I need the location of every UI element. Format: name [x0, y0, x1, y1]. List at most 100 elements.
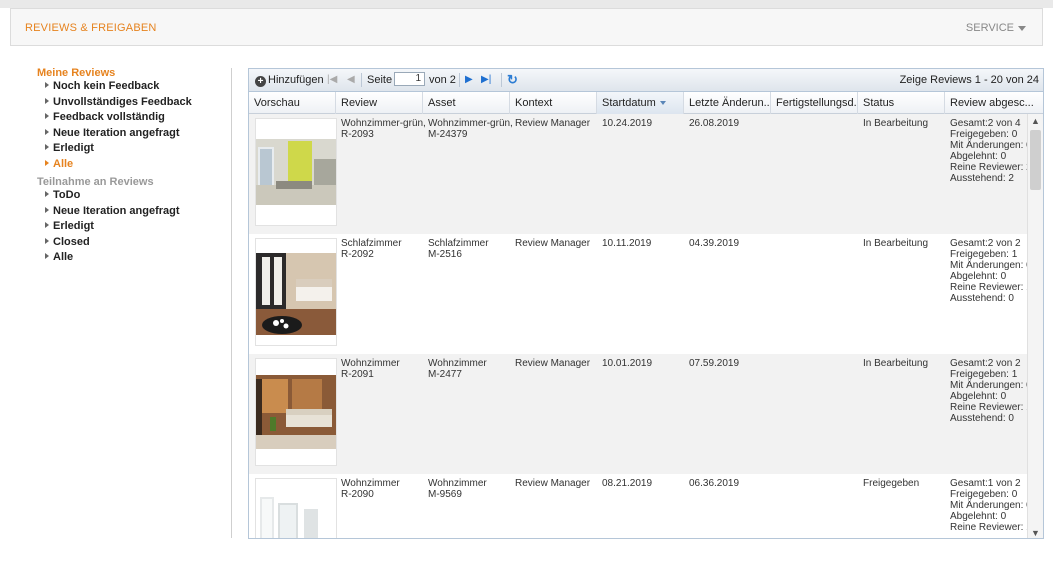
reviews-grid: + Hinzufügen |◀ ◀ Seite 1 von 2 ▶ ▶| ↻ Ze… [248, 68, 1044, 539]
grid-scrollbar[interactable]: ▲ ▼ [1027, 114, 1043, 538]
sidebar-participation-item[interactable]: Neue Iteration angefragt [37, 204, 227, 220]
review-name-cell-line: Wohnzimmer [341, 478, 400, 489]
column-header-row: Vorschau Review Asset Kontext Startdatum… [249, 92, 1043, 114]
scroll-down-icon[interactable]: ▼ [1028, 526, 1043, 538]
sidebar-my-reviews-item-label: Alle [53, 157, 74, 170]
status-cell: In Bearbeitung [863, 358, 929, 369]
service-label: SERVICE [965, 22, 1014, 34]
sidebar-my-reviews-item[interactable]: Feedback vollständig [37, 110, 227, 126]
review-summary-cell-line: Reine Reviewer: 2 [950, 162, 1027, 173]
asset-name-cell: Wohnzimmer M-2477 [428, 358, 487, 380]
service-menu[interactable]: SERVICE [966, 22, 1026, 34]
review-name-cell-line: Schlafzimmer [341, 238, 402, 249]
triangle-right-icon [45, 191, 49, 197]
column-header-review[interactable]: Review [336, 92, 423, 114]
sidebar-participation-item-label: Closed [53, 235, 90, 248]
column-header-asset[interactable]: Asset [423, 92, 510, 114]
table-row[interactable]: Wohnzimmer R-2091 Wohnzimmer M-2477 Review M… [249, 354, 1027, 474]
review-summary-cell-line: Gesamt:2 von 2 [950, 238, 1021, 249]
sidebar-my-reviews-item[interactable]: Erledigt [37, 141, 227, 157]
prev-page-icon[interactable]: ◀ [347, 74, 355, 85]
column-header-review-summary[interactable]: Review abgesc... [945, 92, 1043, 114]
triangle-right-icon [45, 159, 49, 166]
review-name-cell-line: R-2093 [341, 129, 374, 140]
review-summary-cell-line: Mit Änderungen: 0 [950, 260, 1027, 271]
page-number-input[interactable]: 1 [394, 72, 425, 86]
asset-name-cell-line: M-2477 [428, 369, 462, 380]
review-summary-cell-line: Reine Reviewer: 1 [950, 522, 1027, 533]
sidebar-my-reviews-item-label: Unvollständiges Feedback [53, 95, 192, 108]
table-row[interactable]: Wohnzimmer-grün, R-2093 Wohnzimmer-grün, M-… [249, 114, 1027, 234]
sidebar-my-reviews-item-label: Neue Iteration angefragt [53, 126, 180, 139]
review-summary-cell-line: Freigegeben: 1 [950, 369, 1018, 380]
triangle-right-icon [45, 237, 49, 244]
column-header-status[interactable]: Status [858, 92, 945, 114]
preview-thumbnail[interactable] [255, 478, 337, 538]
table-row[interactable]: Schlafzimmer R-2092 Schlafzimmer M-2516 Revi… [249, 234, 1027, 354]
asset-name-cell-line: M-2516 [428, 249, 462, 260]
sidebar-participation-item[interactable]: ToDo [37, 188, 227, 204]
review-name-cell-line: Wohnzimmer-grün, [341, 118, 426, 129]
sidebar-my-reviews-item-label: Erledigt [53, 142, 94, 154]
asset-name-cell-line: M-9569 [428, 489, 462, 500]
sidebar-my-reviews-item-label: Feedback vollständig [53, 111, 165, 123]
start-date-cell: 10.24.2019 [602, 118, 653, 129]
chevron-down-icon [1018, 25, 1026, 31]
review-summary-cell-line: Gesamt:2 von 2 [950, 358, 1021, 369]
column-header-start-date-label: Startdatum [602, 97, 656, 109]
sidebar-participation-item[interactable]: Erledigt [37, 219, 227, 235]
sidebar-participation-item-label: Erledigt [53, 220, 94, 232]
add-button[interactable]: + Hinzufügen [255, 74, 324, 87]
context-cell: Review Manager [515, 118, 591, 129]
context-cell: Review Manager [515, 478, 591, 489]
preview-thumbnail[interactable] [255, 358, 337, 466]
last-page-icon[interactable]: ▶| [481, 74, 491, 85]
asset-name-cell: Wohnzimmer M-9569 [428, 478, 487, 500]
status-cell: Freigegeben [863, 478, 920, 489]
plus-circle-icon: + [255, 76, 266, 87]
asset-name-cell-line: Schlafzimmer [428, 238, 489, 249]
scroll-up-icon[interactable]: ▲ [1028, 114, 1043, 128]
asset-name-cell-line: Wohnzimmer [428, 478, 487, 489]
scroll-thumb[interactable] [1030, 130, 1041, 190]
preview-thumbnail[interactable] [255, 238, 337, 346]
review-summary-cell-line: Freigegeben: 0 [950, 489, 1018, 500]
review-summary-cell-line: Reine Reviewer: 1 [950, 402, 1027, 413]
column-header-preview[interactable]: Vorschau [249, 92, 336, 114]
refresh-icon[interactable]: ↻ [507, 72, 518, 88]
column-header-last-change[interactable]: Letzte Änderun... [684, 92, 771, 114]
review-summary-cell-line: Abgelehnt: 0 [950, 151, 1007, 162]
asset-name-cell-line: M-24379 [428, 129, 468, 140]
sidebar-my-reviews-item[interactable]: Alle [37, 157, 227, 173]
review-summary-cell-line: Gesamt:1 von 2 [950, 478, 1021, 489]
page-label: Seite [367, 74, 393, 86]
column-header-start-date[interactable]: Startdatum [597, 92, 684, 114]
paging-summary: Zeige Reviews 1 - 20 von 24 [899, 74, 1039, 86]
top-border [0, 0, 1053, 8]
review-summary-cell-line: Reine Reviewer: 1 [950, 282, 1027, 293]
sidebar-participation-item[interactable]: Closed [37, 235, 227, 251]
sidebar-my-reviews-item[interactable]: Noch kein Feedback [37, 79, 227, 95]
sidebar-my-reviews-item[interactable]: Neue Iteration angefragt [37, 126, 227, 142]
triangle-right-icon [45, 113, 49, 119]
toolbar-separator [459, 73, 460, 87]
sidebar-section-my-reviews: Meine Reviews [37, 67, 116, 79]
preview-thumbnail[interactable] [255, 118, 337, 226]
next-page-icon[interactable]: ▶ [465, 74, 473, 85]
column-header-completion[interactable]: Fertigstellungsd... [771, 92, 858, 114]
review-summary-cell-line: Abgelehnt: 0 [950, 511, 1007, 522]
first-page-icon[interactable]: |◀ [327, 74, 337, 85]
my-reviews-list: Noch kein Feedback Unvollständiges Feedba… [37, 79, 227, 172]
sort-desc-icon [659, 101, 666, 106]
column-header-context[interactable]: Kontext [510, 92, 597, 114]
triangle-right-icon [45, 144, 49, 150]
review-name-cell: Wohnzimmer-grün, R-2093 [341, 118, 426, 140]
sidebar-my-reviews-item[interactable]: Unvollständiges Feedback [37, 95, 227, 111]
status-cell: In Bearbeitung [863, 118, 929, 129]
table-row[interactable]: Wohnzimmer R-2090 Wohnzimmer M-9569 Review M… [249, 474, 1027, 538]
sidebar-participation-item[interactable]: Alle [37, 250, 227, 266]
toolbar-separator [501, 73, 502, 87]
review-name-cell: Schlafzimmer R-2092 [341, 238, 402, 260]
last-change-cell: 07.59.2019 [689, 358, 740, 369]
context-cell: Review Manager [515, 358, 591, 369]
